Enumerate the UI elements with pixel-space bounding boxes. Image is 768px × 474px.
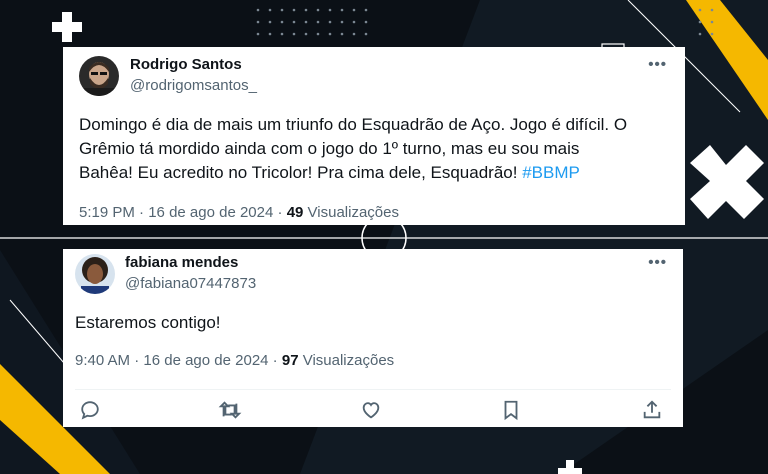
- author-handle[interactable]: @rodrigomsantos_: [130, 77, 257, 94]
- author-handle[interactable]: @fabiana07447873: [125, 275, 256, 292]
- share-icon[interactable]: [641, 399, 665, 423]
- tweet-time[interactable]: 9:40 AM: [75, 352, 130, 369]
- tweet-text-line-part: Bahêa! Eu acredito no Tricolor! Pra cima…: [79, 163, 523, 182]
- author-name[interactable]: Rodrigo Santos: [130, 56, 242, 73]
- tweet-card[interactable]: Rodrigo Santos @rodrigomsantos_ ••• Domi…: [63, 47, 685, 225]
- avatar[interactable]: [75, 254, 115, 294]
- hashtag-link[interactable]: #BBMP: [522, 163, 580, 182]
- more-options-icon[interactable]: •••: [648, 56, 667, 73]
- tweet-date[interactable]: 16 de ago de 2024: [148, 204, 273, 221]
- action-bar: [63, 399, 683, 427]
- tweet-text: Estaremos contigo!: [75, 313, 221, 332]
- divider: [75, 389, 671, 390]
- tweet-text-line: Bahêa! Eu acredito no Tricolor! Pra cima…: [79, 161, 679, 185]
- retweet-icon[interactable]: [218, 399, 242, 423]
- reply-icon[interactable]: [79, 399, 103, 423]
- views-count: 49: [286, 204, 304, 221]
- tweet-text: Domingo é dia de mais um triunfo do Esqu…: [79, 113, 679, 185]
- bookmark-icon[interactable]: [500, 399, 524, 423]
- tweet-time[interactable]: 5:19 PM: [79, 204, 135, 221]
- views-label: Visualizações: [307, 204, 399, 221]
- tweet-text-line: Grêmio tá mordido ainda com o jogo do 1º…: [79, 139, 580, 158]
- tweet-meta: 5:19 PM · 16 de ago de 2024 · 49 Visuali…: [79, 204, 399, 221]
- more-options-icon[interactable]: •••: [648, 254, 667, 271]
- views-label: Visualizações: [302, 352, 395, 369]
- like-icon[interactable]: [359, 399, 383, 423]
- avatar[interactable]: [79, 56, 119, 96]
- avatar-photo: [75, 254, 115, 294]
- views-count: 97: [281, 352, 299, 369]
- tweet-meta: 9:40 AM · 16 de ago de 2024 · 97 Visuali…: [75, 352, 395, 369]
- author-name[interactable]: fabiana mendes: [125, 254, 238, 271]
- tweet-card[interactable]: fabiana mendes @fabiana07447873 ••• Esta…: [63, 249, 683, 427]
- avatar-photo: [79, 56, 119, 96]
- tweet-date[interactable]: 16 de ago de 2024: [143, 352, 268, 369]
- tweet-text-line: Domingo é dia de mais um triunfo do Esqu…: [79, 115, 628, 134]
